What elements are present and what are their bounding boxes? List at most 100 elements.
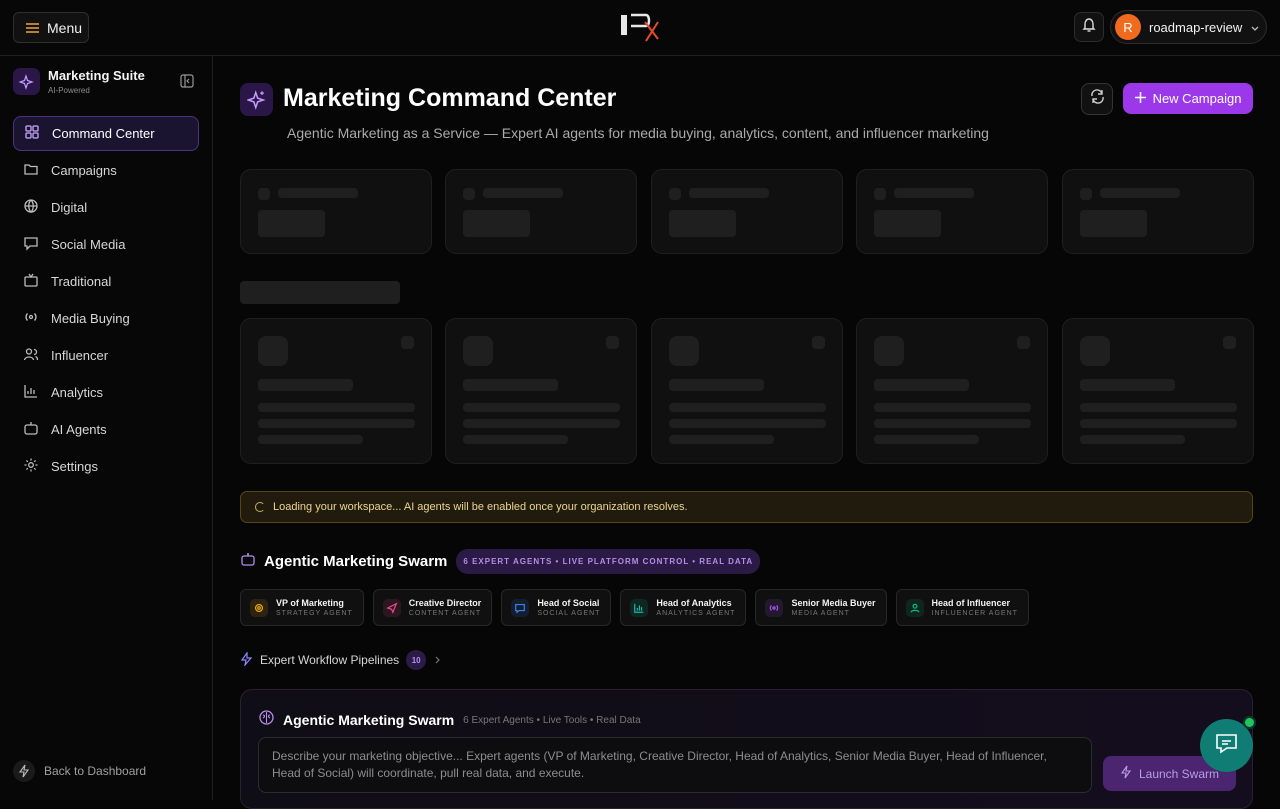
agent-icon <box>765 598 784 617</box>
marketing-suite-header: Marketing Suite AI-Powered <box>13 68 145 95</box>
menu-label: Menu <box>47 19 83 36</box>
agent-card-head-of-analytics[interactable]: Head of Analytics ANALYTICS AGENT <box>620 589 747 626</box>
launch-label: Launch Swarm <box>1138 766 1220 781</box>
hamburger-icon <box>26 20 39 36</box>
collapse-sidebar-icon[interactable] <box>180 74 194 93</box>
status-badge: 6 EXPERT AGENTS • LIVE PLATFORM CONTROL … <box>456 549 761 574</box>
sidebar-item-label: AI Agents <box>51 422 107 437</box>
skeleton-feature-card <box>856 318 1048 464</box>
skeleton-stat-card <box>240 169 432 254</box>
sidebar-item-label: Traditional <box>51 274 112 289</box>
sidebar-item-label: Influencer <box>51 348 109 363</box>
agent-card-creative-director[interactable]: Creative Director CONTENT AGENT <box>372 589 493 626</box>
swarm-launch-panel: Agentic Marketing Swarm 6 Expert Agents … <box>240 689 1253 809</box>
tv-icon <box>23 272 39 291</box>
gear-icon <box>23 457 39 476</box>
agent-icon <box>905 598 924 617</box>
command-center-icon <box>24 124 40 143</box>
robot-icon <box>240 551 256 572</box>
agent-name: Head of Analytics <box>656 598 732 608</box>
pipeline-count-badge: 10 <box>406 650 427 670</box>
agent-role: MEDIA AGENT <box>791 610 850 617</box>
suite-subtitle: AI-Powered <box>48 86 90 95</box>
skeleton-feature-card <box>1062 318 1254 464</box>
sidebar-nav: Command Center Campaigns Digital Social Med… <box>13 116 199 486</box>
notifications-button[interactable] <box>1074 12 1104 42</box>
pipeline-label: Expert Workflow Pipelines <box>260 653 400 667</box>
menu-button[interactable]: Menu <box>13 12 89 43</box>
sidebar-item-digital[interactable]: Digital <box>13 190 199 225</box>
agent-role: CONTENT AGENT <box>408 610 482 617</box>
back-label: Back to Dashboard <box>44 764 147 778</box>
sidebar-item-label: Settings <box>51 459 98 474</box>
agent-icon <box>511 598 530 617</box>
sidebar-item-label: Media Buying <box>51 311 130 326</box>
swarm-title: Agentic Marketing Swarm <box>264 553 448 570</box>
bell-icon <box>1081 17 1097 38</box>
sidebar-item-label: Digital <box>51 200 88 215</box>
sidebar-item-label: Command Center <box>52 126 155 141</box>
sidebar-item-traditional[interactable]: Traditional <box>13 264 199 299</box>
new-campaign-label: New Campaign <box>1152 91 1242 106</box>
chat-bubble-icon <box>23 235 39 254</box>
folder-icon <box>23 161 39 180</box>
skeleton-feature-card <box>240 318 432 464</box>
sidebar-item-media-buying[interactable]: Media Buying <box>13 301 199 336</box>
objective-input[interactable]: Describe your marketing objective... Exp… <box>258 737 1092 793</box>
agent-card-senior-media-buyer[interactable]: Senior Media Buyer MEDIA AGENT <box>755 589 887 626</box>
agent-card-head-of-social[interactable]: Head of Social SOCIAL AGENT <box>501 589 612 626</box>
sidebar-item-label: Campaigns <box>51 163 117 178</box>
lightning-icon <box>240 650 253 669</box>
online-indicator <box>1243 716 1256 729</box>
panel-meta: 6 Expert Agents • Live Tools • Real Data <box>463 714 641 726</box>
agent-icon <box>630 598 649 617</box>
agent-name: Creative Director <box>408 598 482 608</box>
lightning-icon <box>13 760 35 782</box>
refresh-button[interactable] <box>1081 83 1113 115</box>
sidebar-item-influencer[interactable]: Influencer <box>13 338 199 373</box>
users-icon <box>23 346 39 365</box>
refresh-icon <box>1089 88 1106 110</box>
skeleton-stat-card <box>445 169 637 254</box>
agent-name: Head of Social <box>537 598 600 608</box>
back-to-dashboard-link[interactable]: Back to Dashboard <box>13 760 146 782</box>
loading-banner: Loading your workspace... AI agents will… <box>240 491 1253 523</box>
page-subtitle: Agentic Marketing as a Service — Expert … <box>287 125 989 141</box>
sidebar-item-settings[interactable]: Settings <box>13 449 199 484</box>
user-menu[interactable]: R roadmap-review <box>1110 10 1267 44</box>
chat-icon <box>1214 732 1239 760</box>
sidebar-item-ai-agents[interactable]: AI Agents <box>13 412 199 447</box>
skeleton-stat-card <box>856 169 1048 254</box>
lightning-icon <box>1120 765 1132 782</box>
agent-card-head-of-influencer[interactable]: Head of Influencer INFLUENCER AGENT <box>895 589 1029 626</box>
skeleton-section-heading <box>240 281 400 304</box>
plus-icon <box>1134 91 1146 106</box>
agent-role: SOCIAL AGENT <box>537 610 601 617</box>
workflow-pipelines-toggle[interactable]: Expert Workflow Pipelines 10 <box>240 650 441 670</box>
agent-name: VP of Marketing <box>276 598 344 608</box>
swarm-section-header: Agentic Marketing Swarm 6 EXPERT AGENTS … <box>240 549 761 574</box>
agent-icon <box>382 598 401 617</box>
loading-message: Loading your workspace... AI agents will… <box>273 501 688 513</box>
globe-icon <box>23 198 39 217</box>
avatar: R <box>1115 14 1141 40</box>
sidebar-item-command-center[interactable]: Command Center <box>13 116 199 151</box>
top-bar: Menu R roadmap-review <box>0 0 1280 56</box>
chevron-down-icon <box>1250 20 1260 35</box>
skeleton-stat-card <box>651 169 843 254</box>
skeleton-feature-card <box>651 318 843 464</box>
suite-title: Marketing Suite <box>48 68 145 83</box>
sidebar-item-analytics[interactable]: Analytics <box>13 375 199 410</box>
agent-card-vp-of-marketing[interactable]: VP of Marketing STRATEGY AGENT <box>240 589 364 626</box>
agent-name: Head of Influencer <box>931 598 1011 608</box>
brand-logo <box>618 12 662 42</box>
user-name: roadmap-review <box>1149 19 1243 35</box>
sidebar-item-campaigns[interactable]: Campaigns <box>13 153 199 188</box>
new-campaign-button[interactable]: New Campaign <box>1123 83 1253 114</box>
panel-title: Agentic Marketing Swarm <box>283 712 455 728</box>
skeleton-stat-card <box>1062 169 1254 254</box>
main-content: Marketing Command Center Agentic Marketi… <box>213 56 1280 809</box>
sidebar-item-social-media[interactable]: Social Media <box>13 227 199 262</box>
agent-role: INFLUENCER AGENT <box>931 610 1018 617</box>
bar-chart-icon <box>23 383 39 402</box>
